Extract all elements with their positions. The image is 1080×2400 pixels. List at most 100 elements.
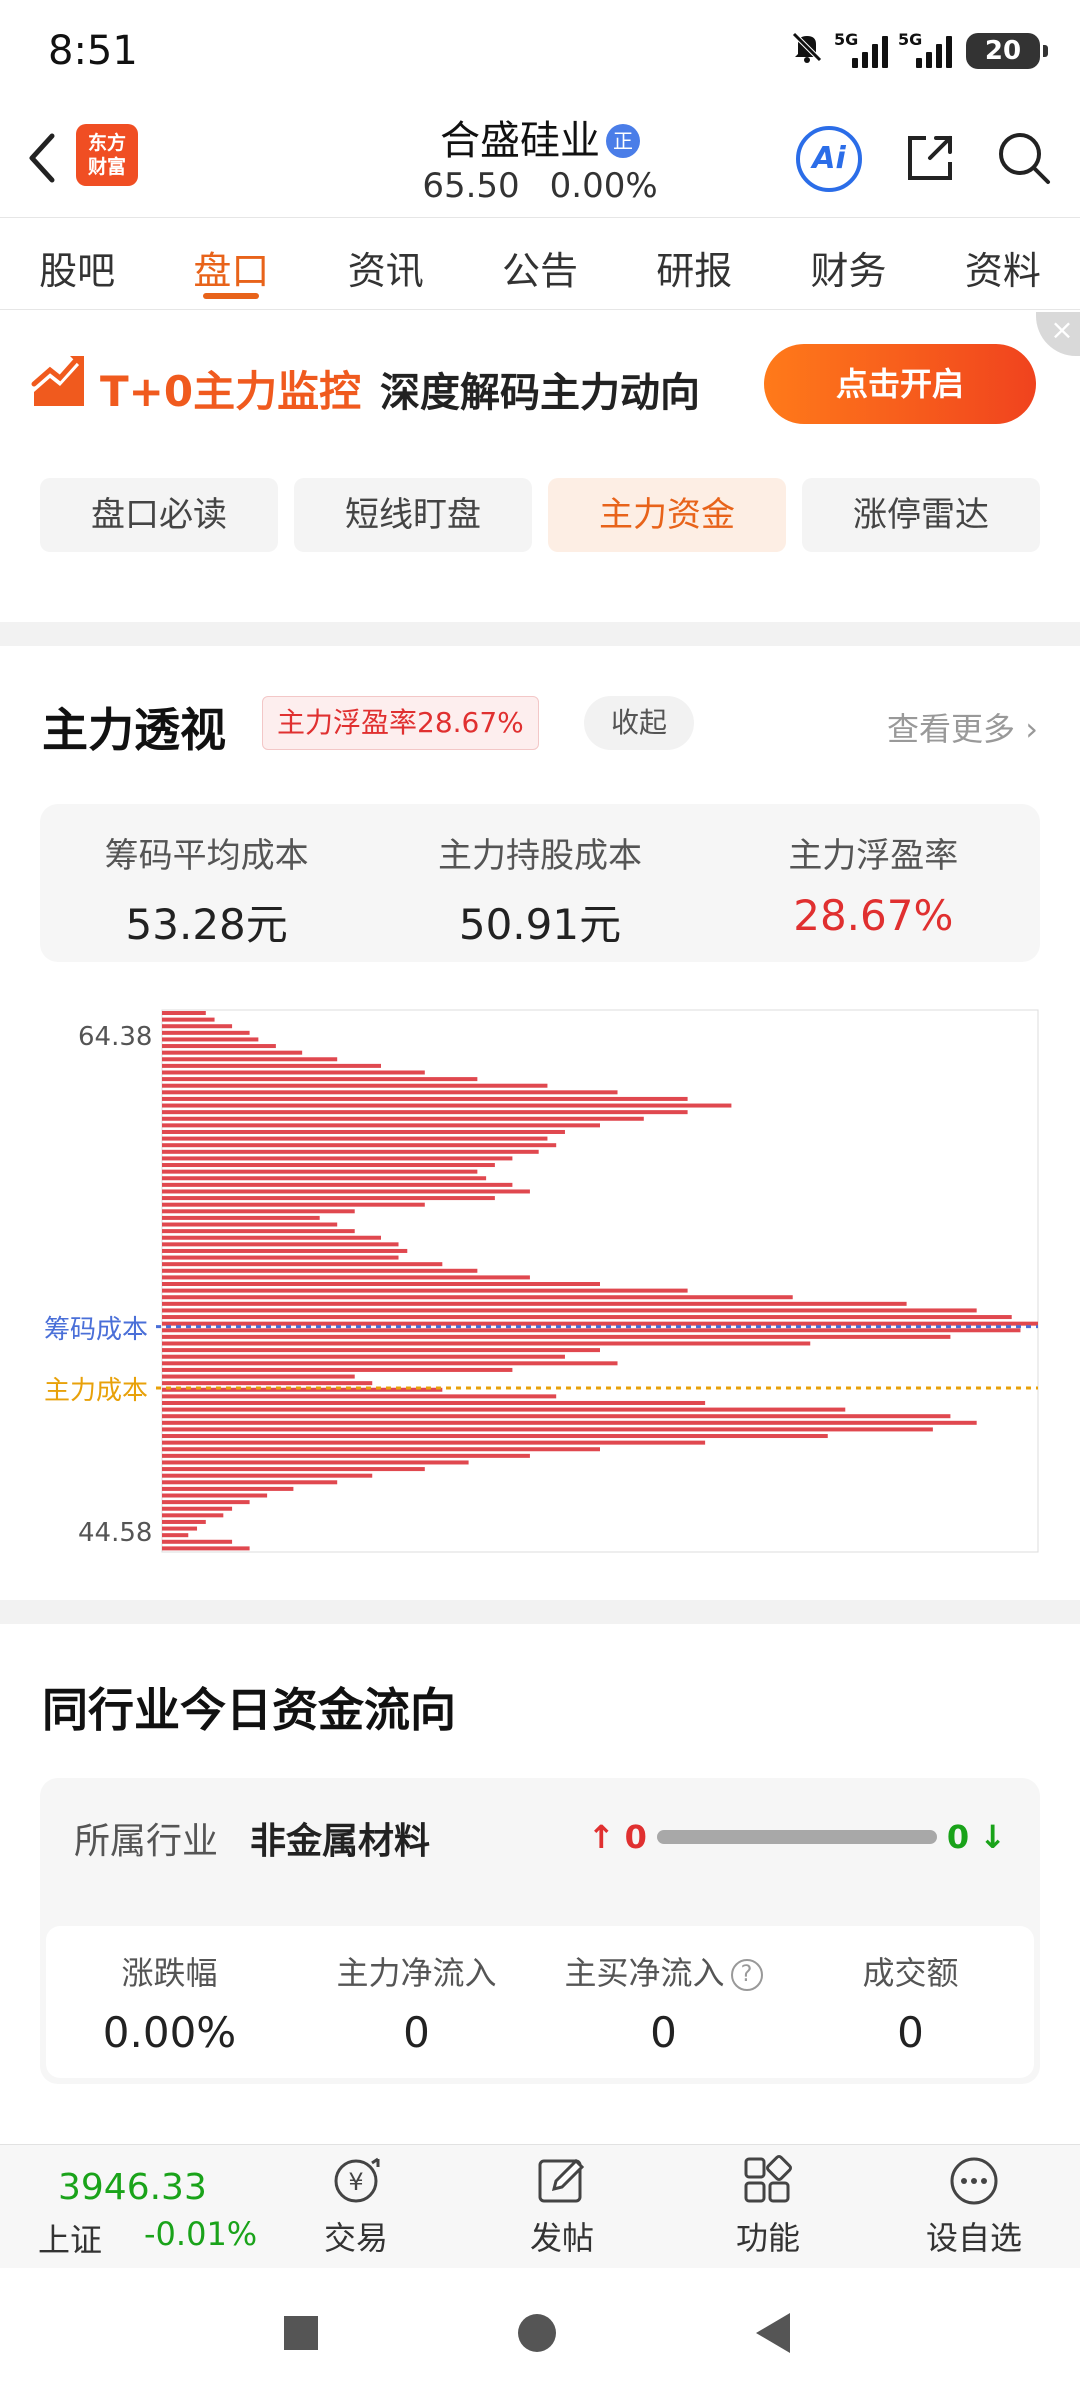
tab-finance[interactable]: 财务 — [771, 218, 925, 309]
industry-stat-turnover: 成交额 0 — [862, 1954, 959, 2057]
cost-stats: 筹码平均成本 53.28元 主力持股成本 50.91元 主力浮盈率 28.67% — [40, 804, 1040, 962]
trend-chart-icon — [31, 356, 84, 406]
status-bar: 8:51 5G 5G 20 — [0, 0, 1080, 100]
collapse-button[interactable]: 收起 — [584, 696, 694, 750]
recent-apps-button[interactable] — [284, 2316, 318, 2350]
nav-trade[interactable]: ¥ 交易 — [276, 2155, 436, 2259]
nav-add-watchlist[interactable]: 设自选 — [894, 2155, 1054, 2259]
chip-bar — [162, 1202, 425, 1207]
chip-distribution-chart: 64.38 44.58 筹码成本 主力成本 — [0, 1004, 1080, 1574]
chip-bar — [162, 1017, 215, 1022]
view-more-link[interactable]: 查看更多 › — [887, 704, 1038, 750]
promo-banner[interactable]: × T+0主力监控 深度解码主力动向 点击开启 — [0, 312, 1080, 452]
chip-bar — [162, 1077, 478, 1082]
profit-rate-badge: 主力浮盈率28.67% — [262, 696, 539, 750]
chip-bar — [162, 1315, 1012, 1320]
index-change: -0.01% — [144, 2215, 258, 2253]
chip-bar — [162, 1348, 600, 1353]
index-name: 上证 — [38, 2221, 103, 2259]
industry-stat-buy-inflow: 主买净流入? 0 — [540, 1926, 787, 2078]
svg-text:¥: ¥ — [348, 2168, 363, 2196]
chip-bar — [162, 1288, 688, 1293]
nav-functions[interactable]: 功能 — [688, 2155, 848, 2259]
section-divider-2 — [0, 1600, 1080, 1624]
chip-bar — [162, 1367, 513, 1372]
chip-bar — [162, 1090, 618, 1095]
ai-assistant-button[interactable]: Ai — [796, 126, 862, 192]
back-nav-button[interactable] — [756, 2313, 790, 2353]
chip-bar — [162, 1229, 355, 1234]
chip-bar — [162, 1110, 688, 1115]
tab-guba[interactable]: 股吧 — [0, 218, 154, 309]
chip-bar — [162, 1268, 478, 1273]
chip-bar — [162, 1526, 198, 1531]
signal-icon: 5G — [834, 30, 888, 68]
tab-research[interactable]: 研报 — [617, 218, 771, 309]
chip-bar — [162, 1334, 951, 1339]
subtab-must-read[interactable]: 盘口必读 — [40, 478, 278, 552]
search-icon[interactable] — [994, 128, 1054, 188]
chip-bar — [162, 1282, 600, 1287]
chip-bar — [162, 1407, 846, 1412]
chip-bar — [162, 1440, 706, 1445]
chip-bar — [162, 1063, 381, 1068]
chip-bar — [162, 1129, 565, 1134]
chip-bar — [162, 1447, 600, 1452]
tab-pankou[interactable]: 盘口 — [154, 218, 308, 309]
close-icon[interactable]: × — [1036, 312, 1080, 356]
down-count: 0 — [946, 1818, 970, 1856]
chip-bar — [162, 1434, 828, 1439]
industry-card: 所属行业 非金属材料 ↑ 0 0 ↓ 涨跌幅 0.00% 主力净流入 0 主买净流入… — [40, 1778, 1040, 2084]
chip-bar — [162, 1143, 557, 1148]
chip-bar — [162, 1460, 469, 1465]
chip-bar — [162, 1361, 618, 1366]
nav-post[interactable]: 发帖 — [482, 2155, 642, 2259]
main-tabs: 股吧 盘口 资讯 公告 研报 财务 资料 — [0, 218, 1080, 310]
tab-announcements[interactable]: 公告 — [463, 218, 617, 309]
stat-profit-rate: 主力浮盈率 28.67% — [788, 836, 959, 940]
chip-bar — [162, 1209, 355, 1214]
industry-stat-change: 涨跌幅 0.00% — [102, 1954, 237, 2057]
section-title-main-force: 主力透视 — [42, 703, 226, 757]
chip-bar — [162, 1341, 811, 1346]
tab-profile[interactable]: 资料 — [926, 218, 1080, 309]
subtab-short-term[interactable]: 短线盯盘 — [294, 478, 532, 552]
chip-bar — [162, 1163, 495, 1168]
chip-bar — [162, 1275, 530, 1280]
subtab-main-funds[interactable]: 主力资金 — [548, 478, 786, 552]
chip-bar — [162, 1500, 250, 1505]
share-icon[interactable] — [900, 128, 960, 188]
industry-name[interactable]: 非金属材料 — [250, 1812, 430, 1864]
chip-bar — [162, 1519, 206, 1524]
chip-bar — [162, 1262, 443, 1267]
chip-bar — [162, 1420, 977, 1425]
up-count: 0 — [624, 1818, 647, 1856]
more-icon — [950, 2157, 998, 2205]
section-divider — [0, 622, 1080, 646]
stock-header: 东方 财富 合盛硅业正 65.50 0.00% Ai — [0, 100, 1080, 218]
help-icon[interactable]: ? — [730, 1959, 763, 1991]
chip-bar — [162, 1070, 425, 1075]
chip-bar — [162, 1011, 206, 1016]
chip-bar — [162, 1295, 793, 1300]
mute-icon — [790, 30, 824, 72]
home-button[interactable] — [518, 2314, 556, 2352]
chip-bar — [162, 1189, 530, 1194]
promo-open-button[interactable]: 点击开启 — [764, 344, 1036, 424]
tab-news[interactable]: 资讯 — [309, 218, 463, 309]
chip-bar — [162, 1050, 303, 1055]
subtab-limit-radar[interactable]: 涨停雷达 — [802, 478, 1040, 552]
status-icons: 5G 5G 20 — [790, 30, 1048, 72]
signal-icon-2: 5G — [898, 30, 952, 68]
sub-tabs: 盘口必读 短线盯盘 主力资金 涨停雷达 — [40, 478, 1040, 552]
stock-change: 0.00% — [549, 166, 658, 206]
chip-bar — [162, 1083, 548, 1088]
chip-bar — [162, 1030, 250, 1035]
chip-bar — [162, 1328, 1021, 1333]
status-time: 8:51 — [48, 28, 138, 74]
up-down-ratio: ↑ 0 0 ↓ — [588, 1818, 1006, 1856]
chip-bar — [162, 1096, 688, 1101]
chip-bar — [162, 1222, 338, 1227]
industry-stats: 涨跌幅 0.00% 主力净流入 0 主买净流入? 0 成交额 0 — [46, 1926, 1034, 2078]
chip-bar — [162, 1123, 600, 1128]
